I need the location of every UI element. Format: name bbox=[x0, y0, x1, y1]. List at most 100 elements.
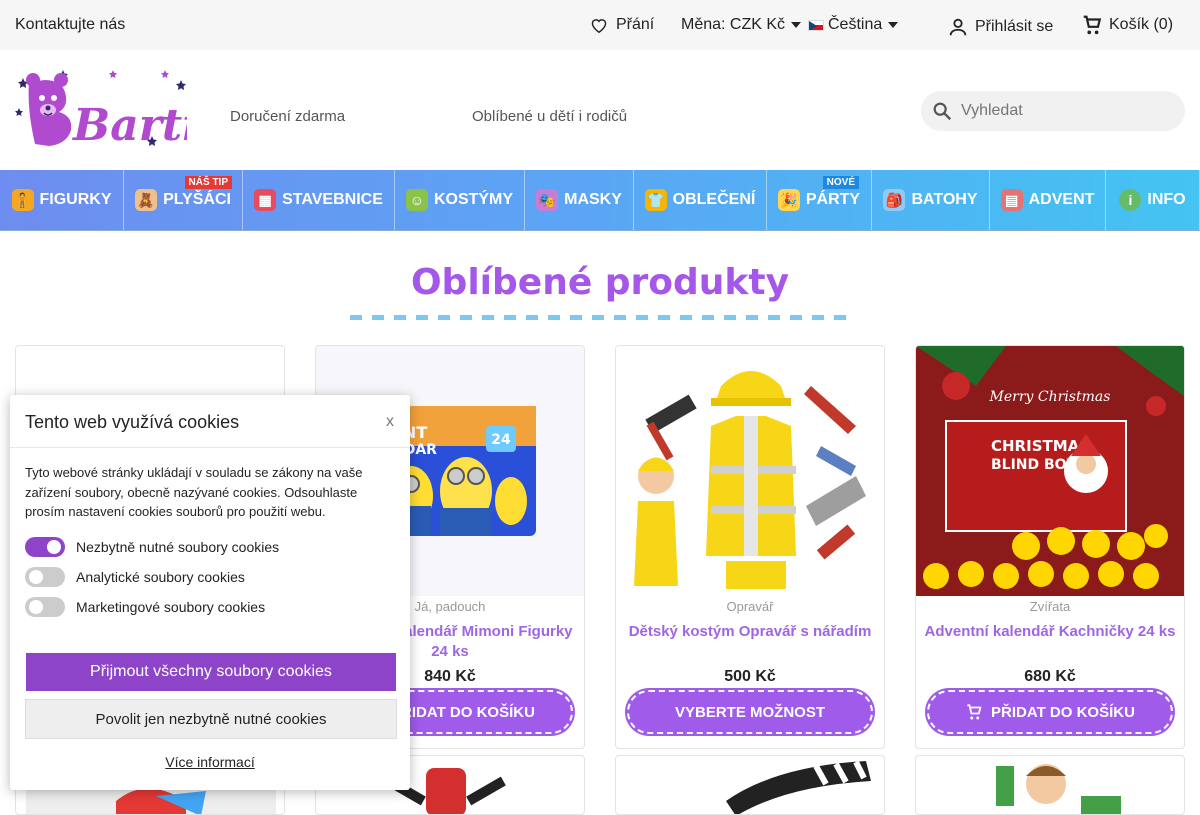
product-card[interactable] bbox=[615, 755, 885, 815]
wishlist-label: Přání bbox=[616, 16, 655, 33]
section-heading: Oblíbené produkty bbox=[410, 262, 790, 303]
search-icon[interactable] bbox=[931, 100, 953, 122]
nav-label: OBLEČENÍ bbox=[672, 191, 756, 208]
nav-badge: NOVÉ bbox=[822, 176, 859, 189]
figure-icon: 🧍 bbox=[11, 189, 34, 211]
backpack-icon: 🎒 bbox=[883, 189, 906, 211]
product-price: 680 Kč bbox=[1024, 668, 1076, 685]
favorite-link[interactable]: Oblíbené u dětí i rodičů bbox=[472, 108, 627, 125]
cart-link[interactable]: Košík (0) bbox=[1081, 14, 1173, 36]
nav-label: MASKY bbox=[564, 191, 622, 208]
nav-label: PLYŠÁCI bbox=[163, 191, 231, 208]
nav-item-kostymy[interactable]: ☺ KOSTÝMY bbox=[395, 170, 525, 230]
bricks-icon: ▦ bbox=[254, 189, 277, 211]
cookie-text: Tyto webové stránky ukládají v souladu s… bbox=[25, 465, 363, 519]
contact-link[interactable]: Kontaktujte nás bbox=[15, 16, 125, 34]
wishlist-link[interactable]: Přání bbox=[590, 16, 654, 34]
cookie-dialog: Tento web využívá cookies x Tyto webové … bbox=[10, 395, 410, 790]
language-selector[interactable]: Čeština bbox=[808, 16, 899, 34]
cookie-title: Tento web využívá cookies bbox=[25, 412, 240, 432]
currency-selector[interactable]: Měna: CZK Kč bbox=[681, 16, 802, 34]
cookie-option-marketing[interactable]: Marketingové soubory cookies bbox=[25, 597, 265, 617]
logo-text: Bartis bbox=[71, 100, 187, 150]
toggle-switch[interactable] bbox=[25, 537, 65, 557]
button-label: PŘIDAT DO KOŠÍKU bbox=[391, 703, 535, 721]
language-label: Čeština bbox=[828, 16, 883, 33]
user-icon bbox=[949, 18, 967, 36]
header: Bartis Doručení zdarma Oblíbené u dětí i… bbox=[0, 50, 1200, 170]
chevron-down-icon bbox=[791, 22, 802, 28]
nav-label: FIGURKY bbox=[39, 191, 112, 208]
cart-icon bbox=[1083, 15, 1102, 35]
calendar-icon: ▤ bbox=[1000, 189, 1023, 211]
cart-icon bbox=[967, 704, 982, 720]
nav-item-stavebnice[interactable]: ▦ STAVEBNICE bbox=[243, 170, 395, 230]
product-card[interactable]: Opravář Dětský kostým Opravář s nářadím … bbox=[615, 345, 885, 749]
cookie-option-label: Marketingové soubory cookies bbox=[76, 599, 266, 615]
choose-option-button[interactable]: VYBERTE MOŽNOST bbox=[627, 690, 873, 734]
more-info-link[interactable]: Více informací bbox=[10, 754, 410, 770]
nav-item-masky[interactable]: 🎭 MASKY bbox=[525, 170, 634, 230]
nav-item-plysaci[interactable]: NÁŠ TIP 🧸 PLYŠÁCI bbox=[124, 170, 243, 230]
product-card[interactable] bbox=[915, 755, 1185, 815]
button-label: VYBERTE MOŽNOST bbox=[674, 703, 825, 721]
toggle-switch[interactable] bbox=[25, 567, 65, 587]
cookie-option-necessary[interactable]: Nezbytně nutné soubory cookies bbox=[25, 537, 279, 557]
nav-item-party[interactable]: NOVÉ 🎉 PÁRTY bbox=[767, 170, 872, 230]
nav-item-batohy[interactable]: 🎒 BATOHY bbox=[872, 170, 990, 230]
product-image[interactable]: Merry Christmas CHRISTMAS BLIND BOX bbox=[916, 346, 1184, 596]
mask-icon: 🎭 bbox=[536, 189, 559, 211]
add-to-cart-button[interactable]: PŘIDAT DO KOŠÍKU bbox=[927, 690, 1173, 734]
main-nav: 🧍 FIGURKY NÁŠ TIP 🧸 PLYŠÁCI ▦ STAVEBNICE… bbox=[0, 170, 1200, 231]
button-label: PŘIDAT DO KOŠÍKU bbox=[991, 703, 1135, 721]
teddy-icon: 🧸 bbox=[135, 189, 158, 211]
nav-label: ADVENT bbox=[1028, 191, 1095, 208]
product-card[interactable]: Merry Christmas CHRISTMAS BLIND BOX Zvíř… bbox=[915, 345, 1185, 749]
czech-flag-icon bbox=[808, 19, 824, 31]
product-image[interactable] bbox=[616, 756, 884, 815]
product-category[interactable]: Zvířata bbox=[916, 599, 1184, 614]
nav-label: INFO bbox=[1147, 191, 1186, 208]
costume-icon: ☺ bbox=[405, 189, 428, 211]
cookie-option-analytics[interactable]: Analytické soubory cookies bbox=[25, 567, 245, 587]
nav-item-info[interactable]: i INFO bbox=[1106, 170, 1200, 230]
bartis-logo[interactable]: Bartis bbox=[15, 68, 187, 150]
free-delivery-link[interactable]: Doručení zdarma bbox=[230, 108, 345, 125]
product-price: 500 Kč bbox=[724, 668, 776, 685]
login-label: Přihlásit se bbox=[975, 18, 1054, 35]
nav-item-obleceni[interactable]: 👕 OBLEČENÍ bbox=[634, 170, 767, 230]
info-icon: i bbox=[1119, 189, 1142, 211]
accept-necessary-cookies-button[interactable]: Povolit jen nezbytně nutné cookies bbox=[25, 699, 397, 739]
product-title[interactable]: Adventní kalendář Kachničky 24 ks bbox=[924, 622, 1176, 642]
nav-label: STAVEBNICE bbox=[282, 191, 383, 208]
nav-badge: NÁŠ TIP bbox=[184, 176, 232, 189]
heading-divider bbox=[350, 315, 850, 320]
product-image[interactable] bbox=[616, 346, 884, 596]
heart-icon bbox=[591, 19, 607, 33]
nav-item-advent[interactable]: ▤ ADVENT bbox=[990, 170, 1106, 230]
currency-label: Měna: CZK Kč bbox=[681, 16, 786, 33]
nav-label: BATOHY bbox=[911, 191, 978, 208]
divider bbox=[10, 447, 410, 448]
top-bar: Kontaktujte nás Přání Měna: CZK Kč Češti… bbox=[0, 0, 1200, 50]
box-script: Merry Christmas bbox=[989, 389, 1111, 405]
box-count: 24 bbox=[491, 432, 511, 448]
product-category[interactable]: Opravář bbox=[616, 599, 884, 614]
search-box[interactable] bbox=[921, 91, 1185, 131]
search-input[interactable] bbox=[961, 102, 1161, 120]
nav-label: KOSTÝMY bbox=[433, 191, 514, 208]
login-link[interactable]: Přihlásit se bbox=[947, 16, 1053, 38]
clothes-icon: 👕 bbox=[644, 189, 667, 211]
product-image[interactable] bbox=[916, 756, 1184, 815]
nav-label: PÁRTY bbox=[805, 191, 861, 208]
cookie-option-label: Nezbytně nutné soubory cookies bbox=[76, 539, 280, 555]
cart-label: Košík (0) bbox=[1109, 16, 1174, 33]
accept-all-cookies-button[interactable]: Přijmout všechny soubory cookies bbox=[26, 653, 396, 691]
toggle-switch[interactable] bbox=[25, 597, 65, 617]
party-icon: 🎉 bbox=[777, 189, 800, 211]
product-title[interactable]: Dětský kostým Opravář s nářadím bbox=[624, 622, 876, 642]
cookie-option-label: Analytické soubory cookies bbox=[76, 569, 245, 585]
close-icon[interactable]: x bbox=[386, 413, 394, 431]
chevron-down-icon bbox=[888, 22, 899, 28]
nav-item-figurky[interactable]: 🧍 FIGURKY bbox=[0, 170, 124, 230]
